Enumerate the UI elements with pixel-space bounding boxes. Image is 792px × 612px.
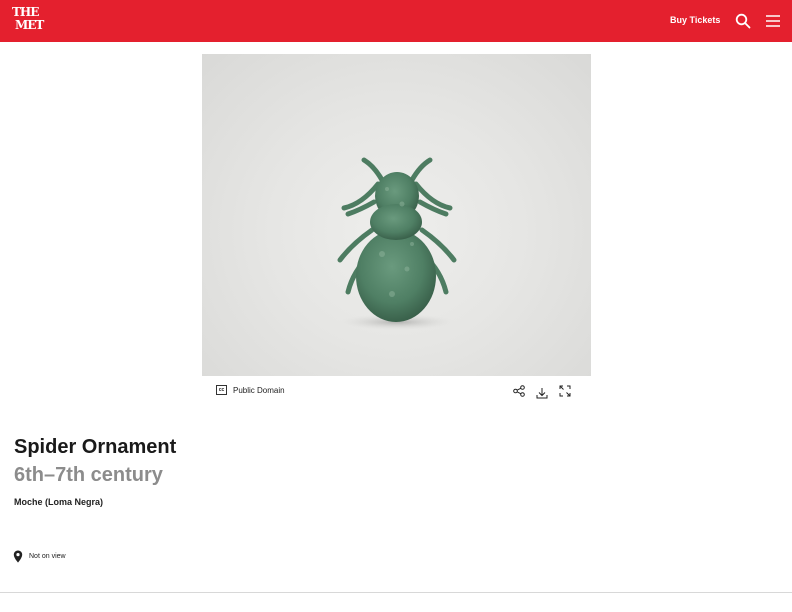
view-status-label: Not on view xyxy=(29,553,66,560)
artwork-image[interactable] xyxy=(202,54,591,376)
section-divider xyxy=(0,592,792,593)
buy-tickets-link[interactable]: Buy Tickets xyxy=(670,15,720,25)
share-icon[interactable] xyxy=(513,385,525,397)
object-culture: Moche (Loma Negra) xyxy=(14,497,104,507)
object-date: 6th–7th century xyxy=(14,464,163,486)
download-icon[interactable] xyxy=(536,387,548,399)
view-status: Not on view xyxy=(13,550,66,563)
license-label: Public Domain xyxy=(233,385,285,395)
license-info[interactable]: cc Public Domain xyxy=(216,385,285,395)
met-logo[interactable]: THE MET xyxy=(12,6,44,36)
object-title: Spider Ornament xyxy=(14,436,177,458)
location-pin-icon xyxy=(13,550,23,563)
hamburger-menu-icon[interactable] xyxy=(765,14,781,28)
spider-ornament-illustration xyxy=(337,157,457,330)
search-icon[interactable] xyxy=(735,13,751,29)
top-navigation-bar: THE MET Buy Tickets xyxy=(0,0,792,42)
logo-line-2: MET xyxy=(15,18,44,32)
public-domain-icon: cc xyxy=(216,385,227,395)
fullscreen-icon[interactable] xyxy=(559,385,571,397)
